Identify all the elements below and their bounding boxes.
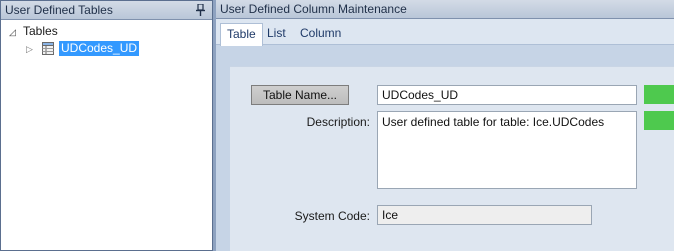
tab-list[interactable]: List — [261, 23, 292, 45]
status-indicator-green — [644, 85, 674, 104]
tables-pane-header: User Defined Tables — [1, 1, 212, 20]
system-code-input: Ice — [377, 205, 592, 225]
table-name-button[interactable]: Table Name... — [251, 85, 349, 105]
tab-strip: Table List Column — [216, 19, 674, 46]
collapse-arrow-icon[interactable]: ◿ — [9, 24, 19, 41]
maintenance-pane-title: User Defined Column Maintenance — [220, 2, 407, 16]
tab-table[interactable]: Table — [220, 23, 263, 46]
tree-node-label-selected[interactable]: UDCodes_UD — [59, 41, 140, 56]
description-label: Description: — [306, 115, 370, 129]
status-indicator-green-2 — [644, 111, 674, 130]
user-defined-tables-pane: User Defined Tables ◿ Tables ▷ UDCodes_UD — [0, 0, 213, 251]
table-form: Table Name... UDCodes_UD Description: Us… — [230, 66, 674, 251]
pin-icon[interactable] — [196, 4, 205, 16]
column-maintenance-pane: User Defined Column Maintenance Table Li… — [216, 0, 674, 251]
expand-arrow-icon[interactable]: ▷ — [26, 41, 38, 58]
maintenance-pane-header: User Defined Column Maintenance — [216, 0, 674, 19]
description-textarea[interactable]: User defined table for table: Ice.UDCode… — [377, 111, 637, 189]
tree-node-tables[interactable]: ◿ Tables — [1, 23, 212, 40]
system-code-label: System Code: — [294, 209, 370, 223]
tables-pane-title: User Defined Tables — [5, 3, 113, 17]
tab-column[interactable]: Column — [294, 23, 347, 45]
tree-node-udcodes-ud[interactable]: ▷ UDCodes_UD — [1, 40, 212, 57]
tables-tree: ◿ Tables ▷ UDCodes_UD — [1, 20, 212, 57]
table-icon — [42, 42, 54, 55]
table-name-input[interactable]: UDCodes_UD — [377, 85, 637, 105]
tree-node-label: Tables — [23, 24, 58, 38]
